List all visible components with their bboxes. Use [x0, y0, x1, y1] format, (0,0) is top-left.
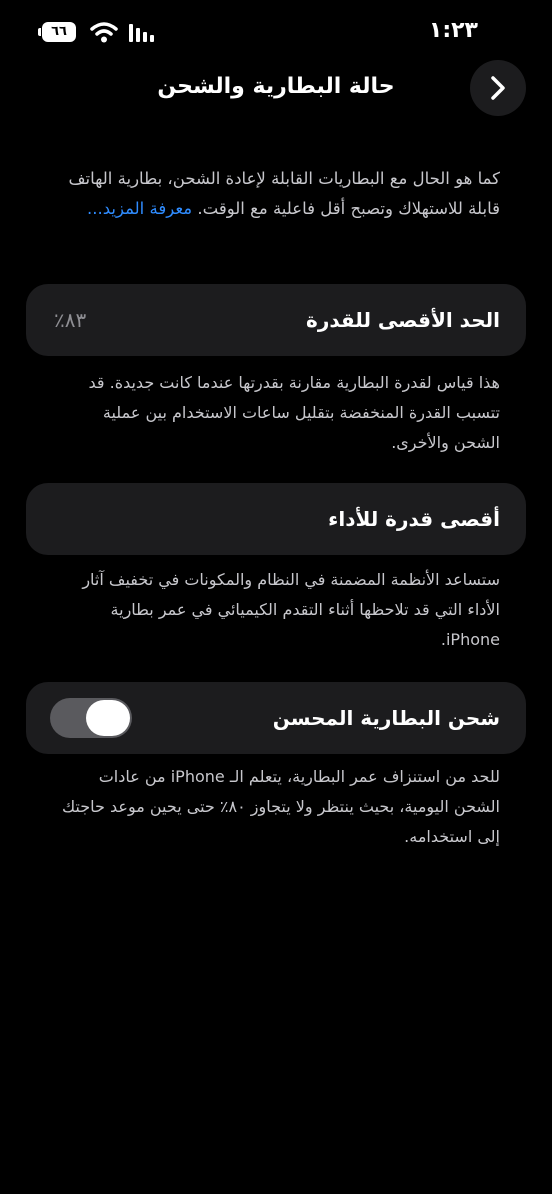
battery-level: ٦٦	[51, 24, 67, 39]
chevron-right-icon	[491, 76, 505, 100]
learn-more-link[interactable]: معرفة المزيد...	[87, 199, 192, 218]
optimized-charging-description: للحد من استنزاف عمر البطارية، يتعلم الـ …	[61, 767, 500, 846]
intro-description: كما هو الحال مع البطاريات القابلة لإعادة…	[50, 164, 500, 224]
optimized-charging-toggle[interactable]	[50, 698, 132, 738]
max-capacity-label: الحد الأقصى للقدرة	[306, 308, 500, 332]
peak-performance-label: أقصى قدرة للأداء	[328, 507, 500, 531]
max-capacity-description: هذا قياس لقدرة البطارية مقارنة بقدرتها ع…	[88, 373, 500, 452]
toggle-knob	[86, 700, 130, 736]
back-button[interactable]	[470, 60, 526, 116]
status-time: ١:٢٣	[428, 18, 478, 43]
max-capacity-row: الحد الأقصى للقدرة ٪٨٣	[26, 284, 526, 356]
wifi-icon	[90, 22, 118, 43]
battery-icon: ٦٦	[38, 22, 76, 42]
status-bar: ٦٦ ١:٢٣	[0, 0, 552, 60]
optimized-charging-row: شحن البطارية المحسن	[26, 682, 526, 754]
max-capacity-value: ٪٨٣	[54, 308, 87, 332]
signal-icon	[129, 24, 154, 42]
optimized-charging-label: شحن البطارية المحسن	[272, 706, 500, 730]
peak-performance-row[interactable]: أقصى قدرة للأداء	[26, 483, 526, 555]
peak-performance-description: ستساعد الأنظمة المضمنة في النظام والمكون…	[82, 570, 500, 649]
nav-header: حالة البطارية والشحن	[0, 60, 552, 120]
